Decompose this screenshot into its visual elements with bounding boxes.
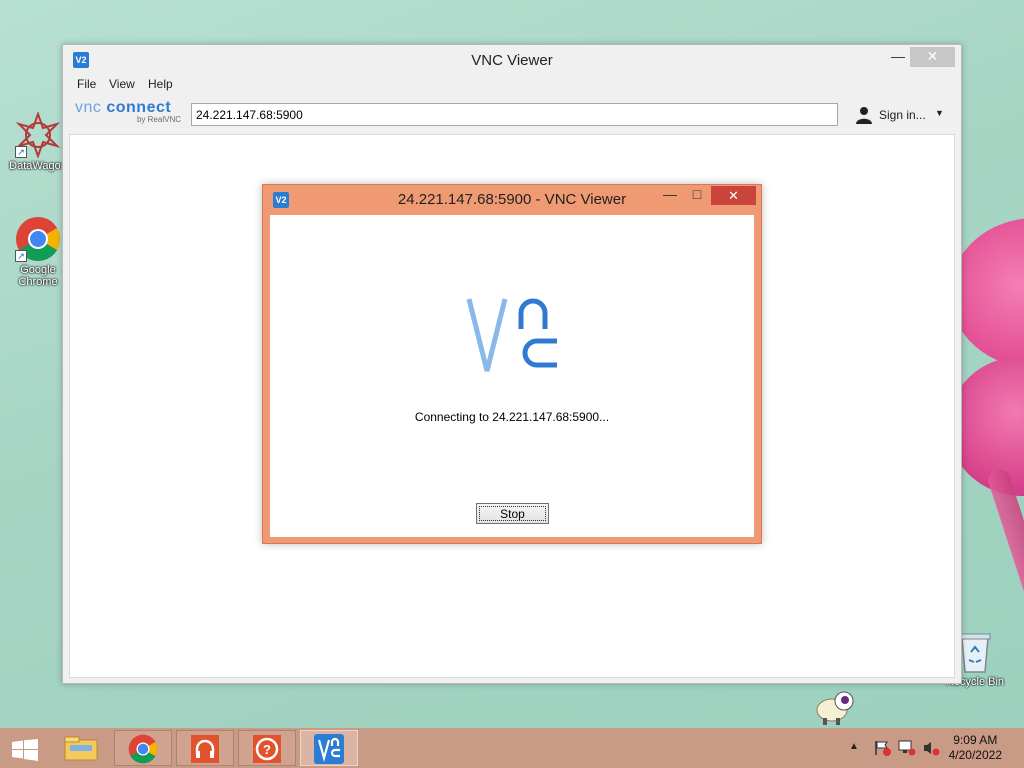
start-icon bbox=[12, 739, 38, 761]
vnc-viewer-icon bbox=[314, 734, 344, 764]
network-icon[interactable] bbox=[898, 740, 916, 756]
taskbar: ? ▲ 9:09 AM 4/20/2022 bbox=[0, 728, 1024, 768]
chrome-icon: ↗ bbox=[15, 216, 61, 262]
stop-button[interactable]: Stop bbox=[476, 503, 549, 524]
clock-time: 9:09 AM bbox=[953, 733, 998, 747]
menu-view[interactable]: View bbox=[109, 77, 135, 91]
help-app-icon: ? bbox=[253, 735, 281, 763]
clock-date: 4/20/2022 bbox=[948, 748, 1002, 762]
dialog-body: Connecting to 24.221.147.68:5900... Stop bbox=[270, 215, 754, 537]
logo-text-connect: connect bbox=[106, 99, 172, 116]
headphones-app-icon bbox=[191, 735, 219, 763]
close-button[interactable]: ✕ bbox=[711, 186, 756, 205]
user-icon bbox=[856, 107, 872, 124]
action-center-flag-icon[interactable] bbox=[874, 740, 892, 756]
svg-text:?: ? bbox=[263, 742, 271, 757]
taskbar-help-app[interactable]: ? bbox=[238, 730, 296, 766]
datawagon-icon: ↗ bbox=[15, 111, 61, 159]
chrome-icon bbox=[128, 734, 158, 764]
taskbar-vnc-viewer[interactable] bbox=[300, 730, 358, 766]
menu-help[interactable]: Help bbox=[148, 77, 173, 91]
minimize-button[interactable]: — bbox=[658, 185, 682, 205]
taskbar-clock[interactable]: 9:09 AM 4/20/2022 bbox=[949, 733, 1002, 763]
taskbar-headphones-app[interactable] bbox=[176, 730, 234, 766]
sign-in-menu[interactable]: Sign in... ▼ bbox=[855, 105, 950, 125]
vnc-connect-logo: vnc connect by RealVNC bbox=[75, 99, 185, 129]
shortcut-arrow-icon: ↗ bbox=[15, 146, 27, 158]
sheep-pet-icon[interactable] bbox=[814, 688, 856, 726]
logo-text-vnc: vnc bbox=[75, 99, 102, 116]
file-explorer-icon bbox=[64, 736, 98, 761]
show-hidden-icons-button[interactable]: ▲ bbox=[849, 741, 859, 752]
toolbar: vnc connect by RealVNC Sign in... ▼ bbox=[63, 95, 961, 131]
close-button[interactable]: ✕ bbox=[910, 47, 955, 67]
maximize-button[interactable]: □ bbox=[685, 185, 709, 205]
taskbar-file-explorer[interactable] bbox=[52, 730, 110, 766]
address-input[interactable] bbox=[191, 103, 838, 126]
vnc-logo-icon bbox=[466, 298, 557, 372]
minimize-button[interactable]: — bbox=[883, 47, 913, 67]
title-bar[interactable]: V2 VNC Viewer — □ ✕ bbox=[63, 45, 961, 75]
connecting-dialog: V2 24.221.147.68:5900 - VNC Viewer — □ ✕… bbox=[262, 184, 762, 544]
volume-muted-icon[interactable] bbox=[922, 740, 940, 756]
window-title: VNC Viewer bbox=[471, 52, 553, 69]
system-tray: ▲ 9:09 AM 4/20/2022 bbox=[844, 728, 1024, 768]
shortcut-arrow-icon: ↗ bbox=[15, 250, 27, 262]
menu-file[interactable]: File bbox=[77, 77, 96, 91]
start-button[interactable] bbox=[0, 730, 48, 766]
wallpaper-stem bbox=[985, 466, 1024, 728]
connecting-status-text: Connecting to 24.221.147.68:5900... bbox=[414, 410, 610, 424]
sign-in-label: Sign in... bbox=[879, 108, 926, 122]
recycle-bin-icon bbox=[957, 630, 993, 674]
taskbar-chrome[interactable] bbox=[114, 730, 172, 766]
menu-bar: File View Help bbox=[63, 75, 961, 95]
chevron-down-icon: ▼ bbox=[935, 108, 944, 118]
